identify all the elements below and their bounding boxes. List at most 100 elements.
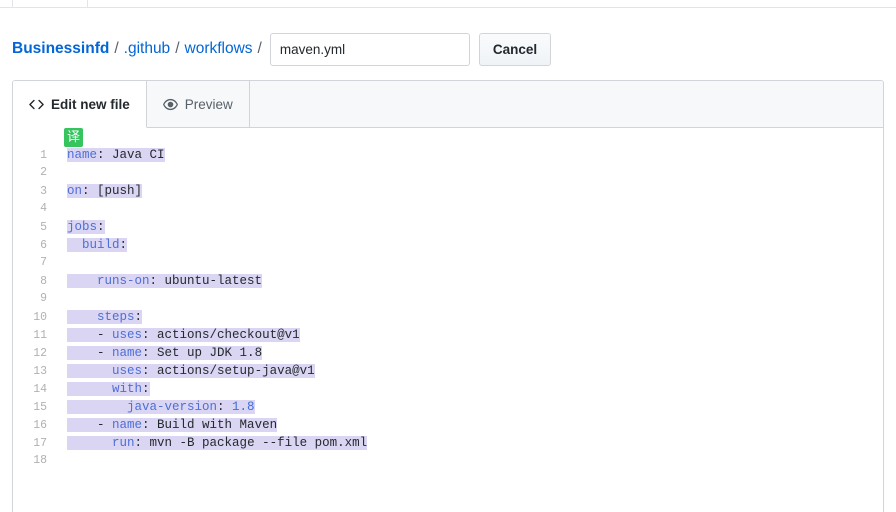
token: name xyxy=(112,346,143,360)
line-content[interactable]: uses: actions/setup-java@v1 xyxy=(47,362,315,380)
tab-edit-new-file[interactable]: Edit new file xyxy=(13,81,147,128)
code-line[interactable]: 6 build: xyxy=(13,236,883,254)
code-line[interactable]: 7 xyxy=(13,254,883,272)
code-line[interactable]: 14 with: xyxy=(13,380,883,398)
code-line[interactable]: 3 on: [push] xyxy=(13,182,883,200)
token: name xyxy=(112,418,143,432)
code-line[interactable]: 8 runs-on: ubuntu-latest xyxy=(13,272,883,290)
line-text: steps: xyxy=(67,310,143,324)
translate-badge-icon[interactable]: 译 xyxy=(64,128,83,147)
line-text: with: xyxy=(67,382,150,396)
line-content[interactable]: - name: Build with Maven xyxy=(47,416,278,434)
breadcrumb-separator-1: / xyxy=(114,40,119,57)
token: build xyxy=(82,238,120,252)
repo-tab-projects[interactable]: Projects0 xyxy=(415,0,526,7)
token: run xyxy=(112,436,135,450)
token: steps xyxy=(97,310,135,324)
line-text: - uses: actions/checkout@v1 xyxy=(67,328,300,342)
repo-tab-settings[interactable]: Settings xyxy=(773,0,863,7)
code-line[interactable]: 2 xyxy=(13,164,883,182)
token: : xyxy=(97,220,105,234)
code-line[interactable]: 11 - uses: actions/checkout@v1 xyxy=(13,326,883,344)
breadcrumb: Businessinfd / .github / workflows / Can… xyxy=(12,30,552,68)
token: : xyxy=(142,418,158,432)
line-content[interactable]: run: mvn -B package --file pom.xml xyxy=(47,434,368,452)
filename-input[interactable] xyxy=(269,32,470,66)
line-content[interactable]: java-version: 1.8 xyxy=(47,398,255,416)
token: jobs xyxy=(67,220,98,234)
breadcrumb-repo-link[interactable]: Businessinfd xyxy=(12,40,109,58)
repo-tab-wiki[interactable]: Wiki xyxy=(526,0,595,7)
code-line[interactable]: 9 xyxy=(13,290,883,308)
code-editor-area[interactable]: 1 name: Java CI 2 3 on: [push] 4 5 jobs: 6 build… xyxy=(13,128,883,512)
token: java-version xyxy=(127,400,218,414)
line-number: 18 xyxy=(33,454,47,467)
repo-tab-code[interactable]: Code xyxy=(12,0,89,7)
line-content[interactable]: on: [push] xyxy=(47,182,143,200)
token: runs-on xyxy=(97,274,150,288)
token: : xyxy=(217,400,233,414)
code-line[interactable]: 12 - name: Set up JDK 1.8 xyxy=(13,344,883,362)
line-content[interactable]: - uses: actions/checkout@v1 xyxy=(47,326,300,344)
token: - xyxy=(67,418,113,432)
code-line[interactable]: 1 name: Java CI xyxy=(13,146,883,164)
line-content[interactable]: runs-on: ubuntu-latest xyxy=(47,272,263,290)
line-content[interactable]: jobs: xyxy=(47,218,105,236)
token: : xyxy=(142,364,158,378)
breadcrumb-folder-github[interactable]: .github xyxy=(124,40,171,58)
line-text: - name: Build with Maven xyxy=(67,418,278,432)
line-content[interactable]: name: Java CI xyxy=(47,146,165,164)
repo-tab-issues[interactable]: Issues0 xyxy=(88,0,190,7)
repo-tab-insights[interactable]: Insights xyxy=(685,0,773,7)
line-content[interactable]: with: xyxy=(47,380,150,398)
token: [push] xyxy=(97,184,143,198)
token: uses xyxy=(112,328,143,342)
token: with xyxy=(112,382,143,396)
code-line[interactable]: 16 - name: Build with Maven xyxy=(13,416,883,434)
tab-preview-label: Preview xyxy=(184,97,233,112)
code-line[interactable]: 5 jobs: xyxy=(13,218,883,236)
code-line[interactable]: 13 uses: actions/setup-java@v1 xyxy=(13,362,883,380)
code-line[interactable]: 4 xyxy=(13,200,883,218)
repo-tab-security[interactable]: Security xyxy=(594,0,684,7)
line-number: 10 xyxy=(33,311,47,324)
token: : xyxy=(134,436,150,450)
code-line[interactable]: 18 xyxy=(13,452,883,470)
token: mvn -B package --file pom.xml xyxy=(149,436,368,450)
line-number: 15 xyxy=(33,401,47,414)
breadcrumb-folder-workflows[interactable]: workflows xyxy=(185,40,253,58)
token: uses xyxy=(112,364,143,378)
line-text: - name: Set up JDK 1.8 xyxy=(67,346,263,360)
code-lines[interactable]: 1 name: Java CI 2 3 on: [push] 4 5 jobs: 6 build… xyxy=(13,146,883,470)
line-number: 16 xyxy=(33,419,47,432)
line-text: run: mvn -B package --file pom.xml xyxy=(67,436,368,450)
line-number: 2 xyxy=(40,166,47,179)
line-number: 9 xyxy=(40,292,47,305)
line-content[interactable]: - name: Set up JDK 1.8 xyxy=(47,344,263,362)
tab-preview[interactable]: Preview xyxy=(147,81,250,128)
repo-tab-actions[interactable]: Actions xyxy=(329,0,415,7)
github-file-editor-page: CodeIssues0Pull requests0ActionsProjects… xyxy=(0,0,896,512)
repo-tab-pull-requests[interactable]: Pull requests0 xyxy=(190,0,328,7)
code-line[interactable]: 17 run: mvn -B package --file pom.xml xyxy=(13,434,883,452)
line-content[interactable]: build: xyxy=(47,236,128,254)
cancel-button[interactable]: Cancel xyxy=(478,32,552,66)
token: name xyxy=(67,148,98,162)
line-text: uses: actions/setup-java@v1 xyxy=(67,364,315,378)
line-content[interactable]: steps: xyxy=(47,308,143,326)
line-number: 3 xyxy=(40,185,47,198)
code-line[interactable]: 10 steps: xyxy=(13,308,883,326)
code-line[interactable]: 15 java-version: 1.8 xyxy=(13,398,883,416)
line-text: runs-on: ubuntu-latest xyxy=(67,274,263,288)
line-text: on: [push] xyxy=(67,184,143,198)
token: 1.8 xyxy=(232,400,255,414)
token: - xyxy=(67,328,113,342)
line-number: 11 xyxy=(33,329,47,342)
line-number: 8 xyxy=(40,275,47,288)
token: Java CI xyxy=(112,148,165,162)
